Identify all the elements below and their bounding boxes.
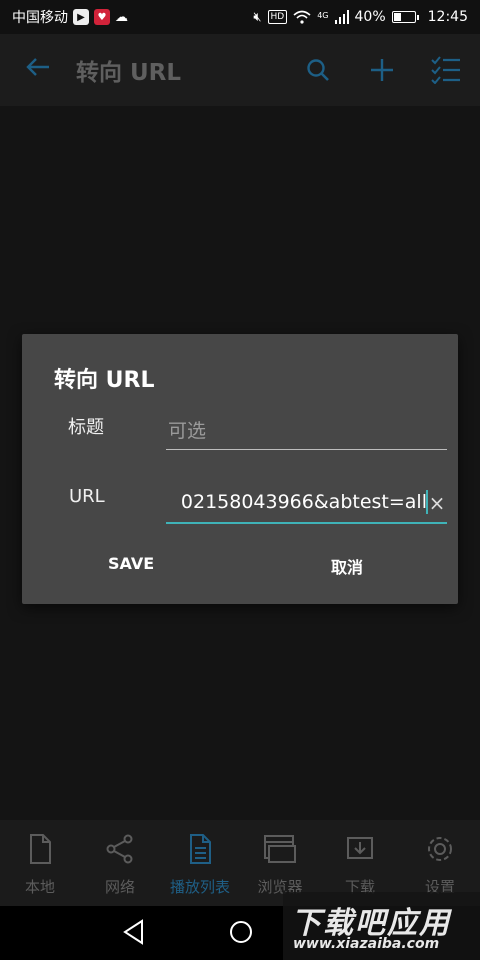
signal-icon: [334, 10, 349, 24]
watermark-sub: www.xiazaiba.com: [293, 936, 440, 952]
carrier-name: 中国移动: [12, 10, 68, 26]
title-label: 标题: [68, 417, 104, 438]
nav-item-local[interactable]: 本地: [0, 820, 80, 906]
status-right: 🔇︎ HD 4G 40% 12:45: [253, 9, 468, 25]
status-bar: 中国移动 ▶ ♥ ☁ 🔇︎ HD 4G 40% 12:45: [0, 0, 480, 34]
battery-percent: 40%: [354, 9, 386, 25]
clock: 12:45: [427, 9, 468, 25]
title-input[interactable]: 可选: [166, 412, 447, 450]
status-left: 中国移动 ▶ ♥ ☁: [12, 7, 128, 27]
system-home-icon[interactable]: [228, 919, 254, 945]
download-icon: [347, 837, 373, 859]
nav-item-playlist[interactable]: 播放列表: [160, 820, 240, 906]
cloud-icon: ☁: [115, 9, 128, 25]
checklist-icon[interactable]: [430, 54, 462, 86]
nav-label: 网络: [104, 878, 135, 896]
nav-label: 播放列表: [169, 878, 230, 896]
battery-icon: [391, 11, 419, 23]
video-app-icon: ▶: [73, 9, 89, 25]
url-value: 02158043966&abtest=all: [180, 491, 427, 513]
redirect-url-dialog: 转向 URL 标题 可选 URL 02158043966&abtest=all …: [22, 334, 458, 604]
nav-item-network[interactable]: 网络: [80, 820, 160, 906]
save-button[interactable]: SAVE: [108, 554, 154, 573]
toolbar: 转向 URL: [0, 34, 480, 106]
hd-badge: HD: [267, 10, 288, 24]
watermark-logo: 下载吧应用 www.xiazaiba.com: [283, 892, 480, 960]
share-icon: [106, 834, 133, 864]
toolbar-title: 转向 URL: [76, 60, 182, 86]
url-label: URL: [69, 486, 105, 507]
search-icon[interactable]: [302, 54, 334, 86]
wifi-icon: [293, 10, 311, 24]
playlist-icon: [190, 834, 211, 864]
mute-icon: 🔇︎: [253, 9, 262, 25]
url-input[interactable]: 02158043966&abtest=all ×: [166, 484, 447, 524]
cancel-button[interactable]: 取消: [331, 554, 363, 578]
nav-label: 本地: [24, 878, 55, 896]
file-icon: [30, 834, 51, 864]
gear-icon: [428, 837, 452, 861]
title-placeholder: 可选: [168, 420, 207, 442]
back-arrow-icon[interactable]: [0, 55, 76, 85]
browser-icon: [264, 835, 296, 863]
notification-app-icon: ♥: [94, 9, 110, 25]
network-type: 4G: [317, 11, 329, 20]
dialog-title: 转向 URL: [54, 368, 155, 393]
add-icon[interactable]: [366, 54, 398, 86]
system-back-icon[interactable]: [122, 919, 146, 945]
clear-icon[interactable]: ×: [427, 488, 447, 518]
